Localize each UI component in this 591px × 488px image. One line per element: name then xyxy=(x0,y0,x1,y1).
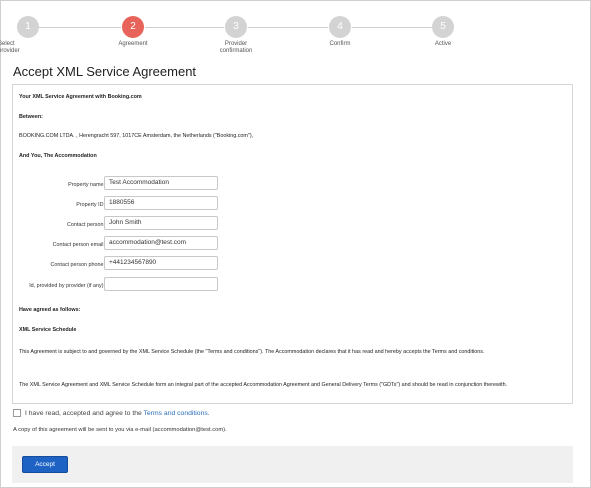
step-confirm: 4 Confirm xyxy=(305,16,375,48)
step-provider-confirmation: 3 Provider confirmation xyxy=(201,16,271,55)
provider-id-label: Id, provided by provider (if any): xyxy=(29,283,105,289)
contact-phone-field[interactable]: +441234567890 xyxy=(104,256,218,270)
step-number: 2 xyxy=(122,16,144,38)
schedule-heading: XML Service Schedule xyxy=(19,327,77,333)
step-label: Active xyxy=(434,41,452,47)
property-id-label: Property ID: xyxy=(76,202,105,208)
contact-person-label: Contact person: xyxy=(66,222,105,228)
agreed-label: Have agreed as follows: xyxy=(19,307,81,313)
contact-email-field[interactable]: accommodation@test.com xyxy=(104,236,218,250)
step-label: Agreement xyxy=(118,41,148,47)
step-number: 1 xyxy=(17,16,39,38)
step-number: 5 xyxy=(432,16,454,38)
step-agreement: 2 Agreement xyxy=(98,16,168,48)
contact-email-label: Contact person email: xyxy=(52,242,105,248)
agreement-heading: Your XML Service Agreement with Booking.… xyxy=(19,94,142,100)
provider-id-field[interactable] xyxy=(104,277,218,291)
step-number: 3 xyxy=(225,16,247,38)
and-you-label: And You, The Accommodation xyxy=(19,153,97,159)
party-booking: BOOKING.COM LTDA. , Herengracht 597, 101… xyxy=(19,133,254,139)
copy-note: A copy of this agreement will be sent to… xyxy=(13,427,227,433)
step-label: Confirm xyxy=(329,41,351,47)
agreement-paragraph-2: The XML Service Agreement and XML Servic… xyxy=(19,382,508,388)
contact-phone-label: Contact person phone: xyxy=(50,262,105,268)
page-title: Accept XML Service Agreement xyxy=(13,64,197,79)
agree-text: I have read, accepted and agree to the xyxy=(25,409,142,417)
agreement-paragraph-1: This Agreement is subject to and governe… xyxy=(19,349,485,355)
between-label: Between: xyxy=(19,114,43,120)
agree-terms-row: I have read, accepted and agree to the T… xyxy=(13,409,210,417)
step-number: 4 xyxy=(329,16,351,38)
agreement-panel: Your XML Service Agreement with Booking.… xyxy=(12,84,573,404)
property-name-label: Property name: xyxy=(68,182,105,188)
property-id-field[interactable]: 1880556 xyxy=(104,196,218,210)
footer-bar: Accept xyxy=(12,446,573,483)
agree-suffix: . xyxy=(207,409,210,417)
step-select-provider: 1 Select provider xyxy=(0,16,63,55)
step-label: Provider confirmation xyxy=(219,41,253,54)
contact-person-field[interactable]: John Smith xyxy=(104,216,218,230)
step-active: 5 Active xyxy=(408,16,478,48)
accept-button[interactable]: Accept xyxy=(22,456,68,473)
step-label: Select provider xyxy=(0,41,20,54)
property-name-field[interactable]: Test Accommodation xyxy=(104,176,218,190)
progress-stepper: 1 Select provider 2 Agreement 3 Provider… xyxy=(0,0,591,62)
agree-checkbox[interactable] xyxy=(13,409,21,417)
terms-link[interactable]: Terms and conditions xyxy=(144,410,208,417)
